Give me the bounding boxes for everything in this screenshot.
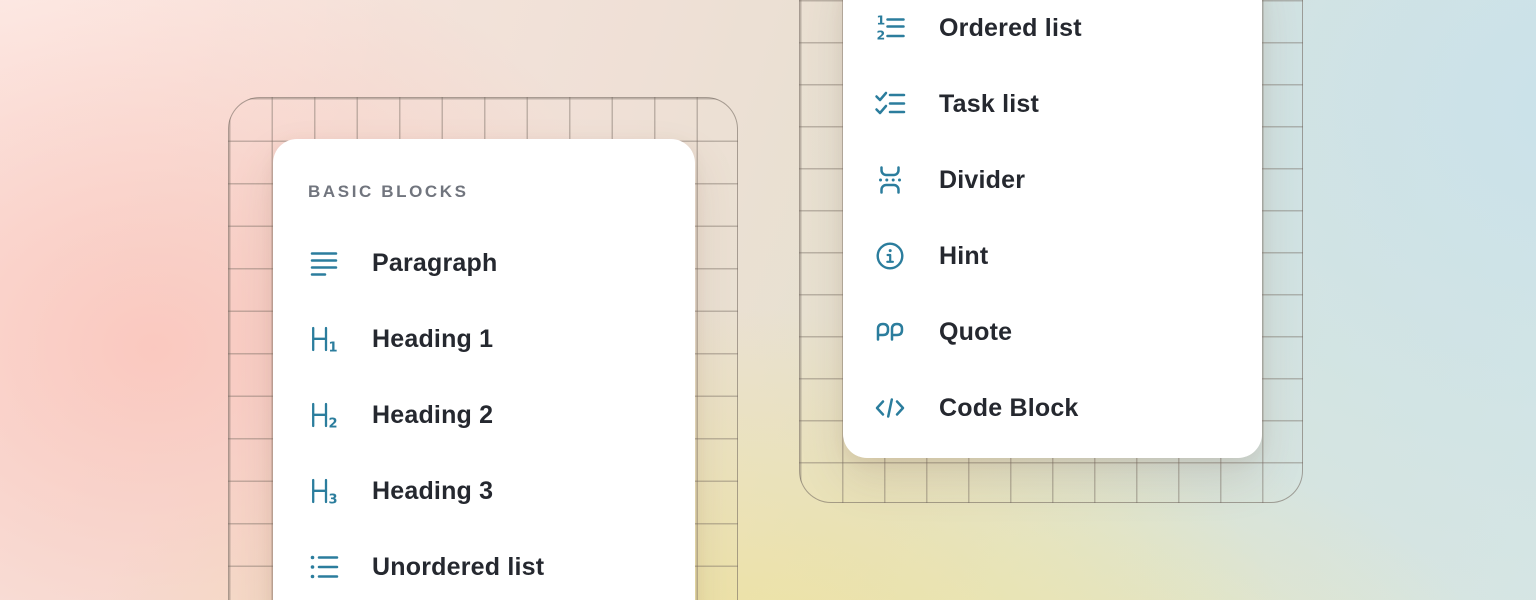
menu-item-label: Paragraph — [372, 249, 497, 278]
code-block-icon — [874, 392, 906, 424]
basic-blocks-list: Paragraph 1 Heading 1 2 — [308, 225, 695, 600]
blocks-menu-card: 1 2 Ordered list Task list — [843, 0, 1262, 458]
menu-item-ordered-list[interactable]: 1 2 Ordered list — [874, 0, 1262, 66]
menu-item-heading-2[interactable]: 2 Heading 2 — [308, 377, 695, 453]
menu-item-heading-3[interactable]: 3 Heading 3 — [308, 453, 695, 529]
menu-item-paragraph[interactable]: Paragraph — [308, 225, 695, 301]
heading-3-icon: 3 — [308, 475, 340, 507]
menu-item-label: Unordered list — [372, 553, 544, 582]
svg-text:2: 2 — [329, 417, 338, 432]
heading-1-icon: 1 — [308, 323, 340, 355]
svg-text:2: 2 — [877, 28, 886, 43]
menu-item-heading-1[interactable]: 1 Heading 1 — [308, 301, 695, 377]
quote-icon — [874, 316, 906, 348]
menu-item-label: Divider — [939, 166, 1025, 195]
menu-item-label: Hint — [939, 242, 988, 271]
basic-blocks-menu-card: BASIC BLOCKS Paragraph 1 Heading 1 — [273, 139, 695, 600]
menu-item-label: Task list — [939, 90, 1039, 119]
menu-item-label: Quote — [939, 318, 1012, 347]
menu-item-label: Heading 2 — [372, 401, 493, 430]
svg-text:1: 1 — [877, 13, 886, 28]
menu-item-quote[interactable]: Quote — [874, 294, 1262, 370]
menu-item-hint[interactable]: Hint — [874, 218, 1262, 294]
menu-item-task-list[interactable]: Task list — [874, 66, 1262, 142]
svg-text:1: 1 — [329, 341, 338, 356]
menu-item-code-block[interactable]: Code Block — [874, 370, 1262, 446]
section-label: BASIC BLOCKS — [308, 181, 695, 203]
divider-icon — [874, 164, 906, 196]
menu-item-label: Heading 3 — [372, 477, 493, 506]
menu-item-label: Heading 1 — [372, 325, 493, 354]
menu-item-label: Ordered list — [939, 14, 1082, 43]
blocks-list: 1 2 Ordered list Task list — [874, 0, 1262, 446]
svg-text:3: 3 — [329, 493, 338, 508]
unordered-list-icon — [308, 551, 340, 583]
paragraph-icon — [308, 247, 340, 279]
menu-item-divider[interactable]: Divider — [874, 142, 1262, 218]
task-list-icon — [874, 88, 906, 120]
menu-item-unordered-list[interactable]: Unordered list — [308, 529, 695, 600]
hint-icon — [874, 240, 906, 272]
heading-2-icon: 2 — [308, 399, 340, 431]
gradient-background: BASIC BLOCKS Paragraph 1 Heading 1 — [0, 0, 1536, 600]
ordered-list-icon: 1 2 — [874, 12, 906, 44]
menu-item-label: Code Block — [939, 394, 1079, 423]
